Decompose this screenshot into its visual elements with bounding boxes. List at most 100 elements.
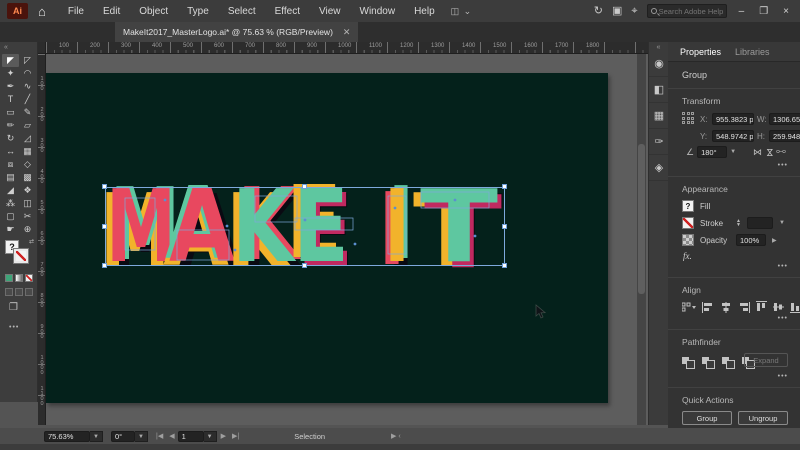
close-window-button[interactable]: × xyxy=(780,6,792,17)
stroke-swatch[interactable] xyxy=(13,248,29,264)
pathfinder-unite-icon[interactable] xyxy=(682,356,695,369)
draw-normal-button[interactable] xyxy=(5,288,13,296)
stroke-width-field[interactable] xyxy=(746,217,773,229)
width-tool[interactable]: ↔ xyxy=(2,145,19,158)
restore-button[interactable]: ❐ xyxy=(756,6,771,17)
hand-tool[interactable]: ☛ xyxy=(2,223,19,236)
free-transform-tool[interactable]: ▦ xyxy=(19,145,36,158)
line-segment-tool[interactable]: ╱ xyxy=(19,93,36,106)
appearance-more-icon[interactable]: ••• xyxy=(682,263,788,270)
symbol-sprayer-tool[interactable]: ⁂ xyxy=(2,197,19,210)
selection-tool[interactable]: ◤ xyxy=(2,54,19,67)
handle-mid-right[interactable] xyxy=(502,224,507,229)
y-field[interactable]: 548.9742 px xyxy=(712,130,754,142)
reference-point-icon[interactable] xyxy=(682,112,696,126)
lasso-tool[interactable]: ◠ xyxy=(19,67,36,80)
align-middle-icon[interactable] xyxy=(773,301,784,313)
rectangle-tool[interactable]: ▭ xyxy=(2,106,19,119)
zoom-level-field[interactable]: 75.63% xyxy=(44,430,90,442)
menu-edit[interactable]: Edit xyxy=(103,6,120,17)
artboard-number-field[interactable]: 1 xyxy=(177,430,204,442)
handle-bottom-right[interactable] xyxy=(502,263,507,268)
handle-top-center[interactable] xyxy=(302,184,307,189)
slice-tool[interactable]: ✂ xyxy=(19,210,36,223)
eyedropper-tool[interactable]: ◢ xyxy=(2,184,19,197)
home-icon[interactable]: ⌂ xyxy=(38,5,46,18)
pathfinder-minus-front-icon[interactable] xyxy=(702,356,715,369)
edit-toolbar-icon[interactable]: ••• xyxy=(9,324,19,331)
search-input[interactable] xyxy=(658,6,723,16)
handle-top-right[interactable] xyxy=(502,184,507,189)
tab-properties[interactable]: Properties xyxy=(680,47,721,57)
handle-bottom-left[interactable] xyxy=(102,263,107,268)
workspace-switcher-icon[interactable]: ◫ ⌄ xyxy=(451,6,473,17)
flip-horizontal-icon[interactable]: ⋈ xyxy=(753,147,762,158)
app-logo-icon[interactable]: Ai xyxy=(7,3,28,19)
blend-tool[interactable]: ❖ xyxy=(19,184,36,197)
swatches-panel-icon[interactable]: ▦ xyxy=(649,103,669,129)
handle-top-left[interactable] xyxy=(102,184,107,189)
sync-icon[interactable]: ↻ xyxy=(594,5,603,17)
menu-object[interactable]: Object xyxy=(139,6,168,17)
align-center-icon[interactable] xyxy=(720,301,732,313)
column-graph-tool[interactable]: ◫ xyxy=(19,197,36,210)
expand-button[interactable]: Expand xyxy=(744,353,788,367)
rotate-tool[interactable]: ↻ xyxy=(2,132,19,145)
draw-behind-button[interactable] xyxy=(15,288,23,296)
menu-select[interactable]: Select xyxy=(228,6,256,17)
artboard-chevron-icon[interactable]: ▼ xyxy=(203,430,217,442)
shape-builder-tool[interactable]: ⧈ xyxy=(2,158,19,171)
rotation-field[interactable]: 180° xyxy=(697,146,728,158)
artboard-tool[interactable]: ▢ xyxy=(2,210,19,223)
stroke-width-chevron-icon[interactable]: ▼ xyxy=(779,220,785,226)
next-artboard-icon[interactable]: ▶ xyxy=(221,432,226,440)
align-to-icon[interactable] xyxy=(682,302,696,313)
rotation-status-field[interactable]: 0° xyxy=(111,430,135,442)
curvature-tool[interactable]: ∿ xyxy=(19,80,36,93)
none-button[interactable] xyxy=(25,274,33,282)
layers-panel-icon[interactable]: ◈ xyxy=(649,155,669,181)
swap-fill-stroke-icon[interactable]: ⇄ xyxy=(29,238,34,245)
appearance-fill-swatch[interactable]: ? xyxy=(682,200,694,212)
menu-view[interactable]: View xyxy=(319,6,341,17)
zoom-tool[interactable]: ⊕ xyxy=(19,223,36,236)
collapse-tools-icon[interactable]: « xyxy=(4,44,8,51)
align-more-icon[interactable]: ••• xyxy=(682,315,788,322)
document-tab[interactable]: MakeIt2017_MasterLogo.ai* @ 75.63 % (RGB… xyxy=(115,22,359,42)
align-top-icon[interactable] xyxy=(756,301,767,313)
pathfinder-intersect-icon[interactable] xyxy=(722,356,735,369)
help-search[interactable] xyxy=(646,4,727,18)
handle-bottom-center[interactable] xyxy=(302,263,307,268)
gradient-panel-icon[interactable]: ◧ xyxy=(649,77,669,103)
menu-type[interactable]: Type xyxy=(187,6,209,17)
scale-tool[interactable]: ◿ xyxy=(19,132,36,145)
stroke-label[interactable]: Stroke xyxy=(700,219,730,228)
selection-bounding-box[interactable] xyxy=(105,187,505,266)
width-field[interactable]: 1306.6512 xyxy=(769,113,800,125)
close-tab-icon[interactable]: ✕ xyxy=(343,27,351,38)
color-button[interactable] xyxy=(5,274,13,282)
stroke-stepper[interactable]: ▲ ▼ xyxy=(736,219,741,228)
gps-icon[interactable]: ⌖ xyxy=(631,5,637,17)
screen-mode-icon[interactable]: ❐ xyxy=(9,302,18,313)
rotation-chevron-icon[interactable]: ▼ xyxy=(730,149,736,155)
type-tool[interactable]: T xyxy=(2,93,19,106)
align-bottom-icon[interactable] xyxy=(790,301,800,313)
arrange-documents-icon[interactable]: ▣ xyxy=(612,5,622,17)
perspective-grid-tool[interactable]: ◇ xyxy=(19,158,36,171)
vertical-scrollbar[interactable] xyxy=(637,54,646,425)
direct-selection-tool[interactable]: ◸ xyxy=(19,54,36,67)
x-field[interactable]: 955.3823 px xyxy=(712,113,754,125)
group-button[interactable]: Group xyxy=(682,411,732,425)
fill-label[interactable]: Fill xyxy=(700,202,730,211)
canvas-area[interactable]: 100 200 300 400 500 600 700 800 900 1000 1100 1200 1… xyxy=(38,42,648,425)
status-flyout-icon[interactable]: ▶ ‹ xyxy=(391,432,401,440)
appearance-stroke-swatch[interactable] xyxy=(682,217,694,229)
rotation-chevron-icon[interactable]: ▼ xyxy=(135,430,148,442)
constrain-proportions-icon[interactable]: ⧟ xyxy=(776,146,786,157)
first-artboard-icon[interactable]: |◀ xyxy=(156,432,163,440)
flip-vertical-icon[interactable]: ⋈ xyxy=(764,148,775,157)
pen-tool[interactable]: ✒ xyxy=(2,80,19,93)
color-panel-icon[interactable]: ◉ xyxy=(649,51,669,77)
handle-mid-left[interactable] xyxy=(102,224,107,229)
